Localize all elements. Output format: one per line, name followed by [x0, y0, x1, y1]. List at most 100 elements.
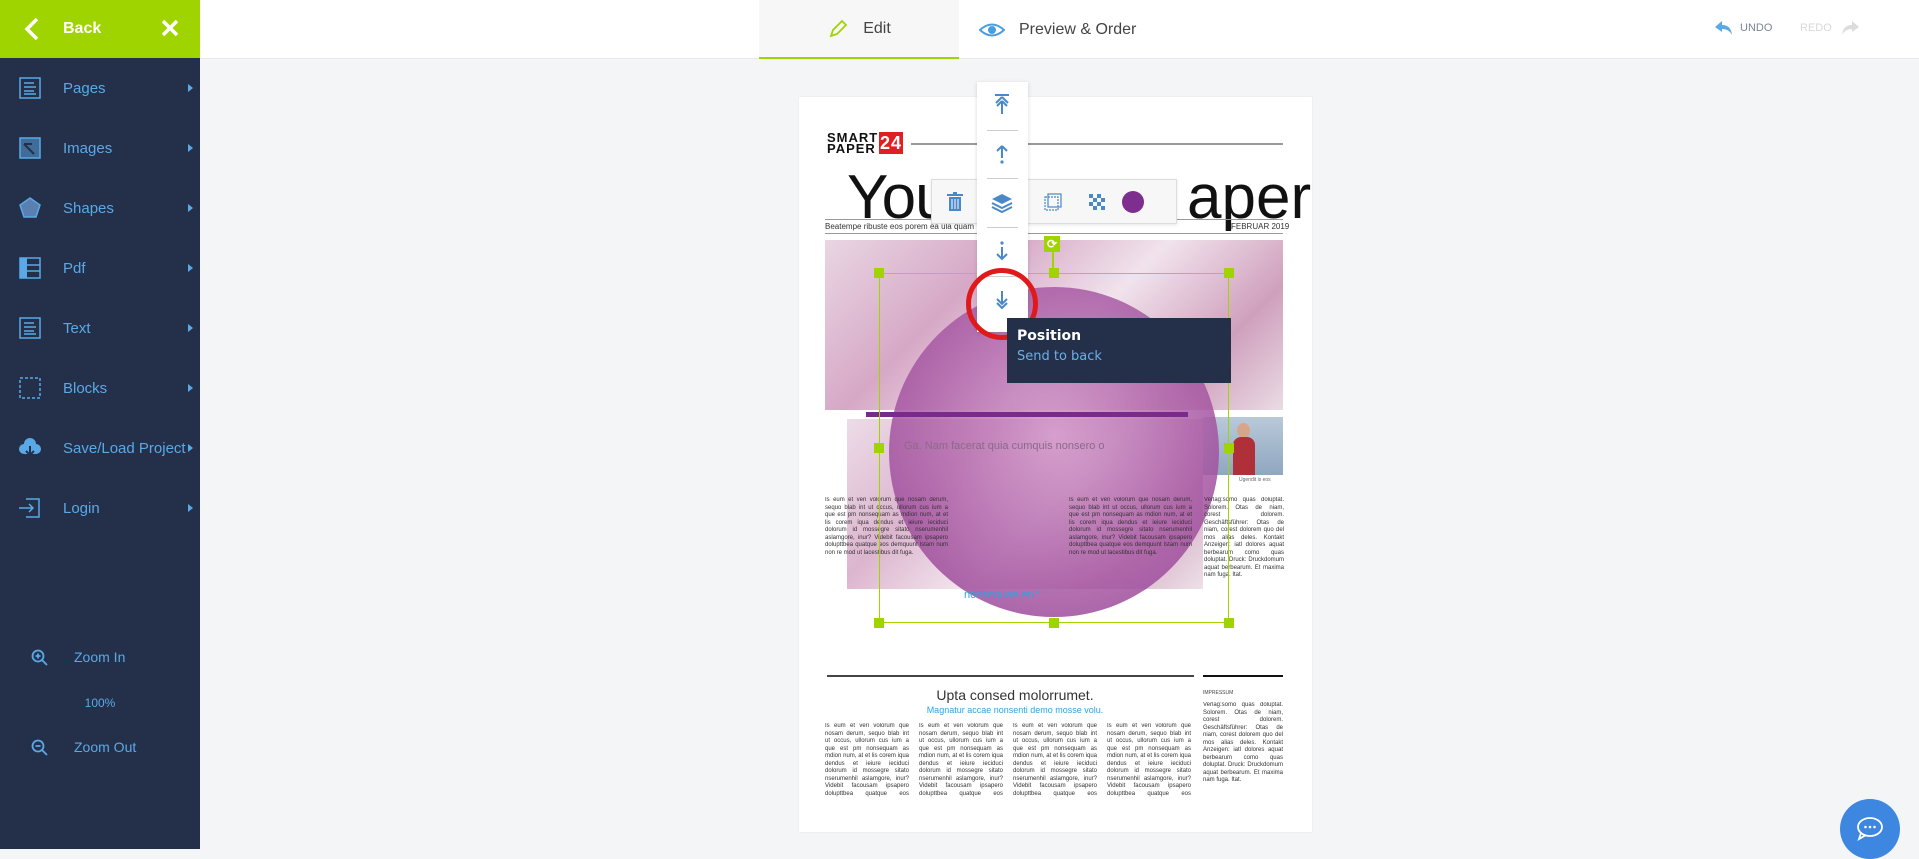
top-bar: Edit Preview & Order UNDO REDO	[200, 0, 1919, 59]
tab-label: Edit	[863, 19, 891, 37]
sidebar-item-login[interactable]: Login	[0, 488, 200, 528]
cloud-download-icon	[19, 438, 41, 457]
resize-handle-ne[interactable]	[1224, 268, 1234, 278]
caret-right-icon	[188, 504, 193, 512]
caret-right-icon	[188, 204, 193, 212]
undo-button[interactable]: UNDO	[1714, 20, 1772, 36]
zoom-out-button[interactable]: Zoom Out	[0, 739, 200, 759]
sidebar-item-label: Shapes	[63, 199, 114, 217]
back-button[interactable]: Back	[63, 20, 101, 38]
resize-handle-nw[interactable]	[874, 268, 884, 278]
redo-button[interactable]: REDO	[1800, 20, 1860, 36]
sidebar-item-label: Pdf	[63, 259, 86, 277]
sidebar-item-shapes[interactable]: Shapes	[0, 188, 200, 228]
article-subhead[interactable]: Magnatur accae nonsenti demo mosse volu.	[825, 705, 1205, 715]
sidebar-item-blocks[interactable]: Blocks	[0, 368, 200, 408]
zoom-in-icon	[31, 649, 48, 666]
sidebar: Back Pages Images Shapes Pdf Text Blocks…	[0, 0, 200, 849]
trash-icon[interactable]	[944, 191, 966, 213]
divider	[1203, 675, 1283, 677]
sidebar-item-label: Text	[63, 319, 91, 337]
zoom-in-label: Zoom In	[74, 649, 126, 665]
divider	[827, 675, 1194, 677]
divider	[987, 130, 1018, 131]
zoom-level: 100%	[84, 696, 116, 710]
article-headline[interactable]: Upta consed molorrumet.	[825, 687, 1205, 703]
login-icon	[19, 498, 40, 518]
sidebar-item-pages[interactable]: Pages	[0, 68, 200, 108]
divider	[825, 233, 1283, 234]
impressum-text[interactable]: Verlag:somo quas doluptat. Solorem. Otas…	[1203, 702, 1283, 792]
send-backward-icon[interactable]	[990, 239, 1014, 263]
tab-edit[interactable]: Edit	[759, 0, 959, 59]
shapes-icon	[19, 197, 41, 218]
undo-label: UNDO	[1740, 22, 1773, 34]
resize-handle-e[interactable]	[1224, 443, 1234, 453]
rotate-handle-icon[interactable]: ⟳	[1044, 236, 1060, 252]
resize-handle-n[interactable]	[1049, 268, 1059, 278]
blocks-icon	[19, 377, 41, 399]
zoom-in-button[interactable]: Zoom In	[0, 649, 200, 669]
pencil-icon	[829, 19, 848, 37]
chat-bubble-icon	[1857, 817, 1883, 841]
body-text-column[interactable]: Is eum et veri volorum que nosam derum, …	[825, 723, 909, 798]
zoom-out-label: Zoom Out	[74, 739, 137, 755]
resize-handle-se[interactable]	[1224, 618, 1234, 628]
resize-handle-sw[interactable]	[874, 618, 884, 628]
sidebar-item-images[interactable]: Images	[0, 128, 200, 168]
chevron-left-icon[interactable]	[20, 16, 46, 42]
sidebar-item-pdf[interactable]: Pdf	[0, 248, 200, 288]
bring-forward-icon[interactable]	[990, 142, 1014, 166]
body-text-column[interactable]: Is eum et veri volorum que nosam derum, …	[1013, 723, 1097, 798]
images-icon	[19, 137, 41, 159]
zoom-out-icon	[31, 739, 48, 756]
photo-caption: Ugendit is eos	[1239, 477, 1271, 483]
sidebar-item-label: Login	[63, 499, 100, 517]
body-text-column[interactable]: Is eum et veri volorum que nosam derum, …	[919, 723, 1003, 798]
checker-icon[interactable]	[1086, 191, 1108, 213]
color-swatch-icon[interactable]	[1122, 191, 1144, 213]
back-bar[interactable]: Back	[0, 0, 200, 58]
eye-icon	[979, 23, 1005, 36]
smartpaper-logo: SMART PAPER 24	[827, 131, 903, 156]
close-icon[interactable]	[160, 18, 180, 38]
caret-right-icon	[188, 444, 193, 452]
logo-line2: PAPER	[827, 141, 876, 156]
tab-preview-order[interactable]: Preview & Order	[979, 0, 1199, 59]
layers-icon[interactable]	[990, 191, 1014, 215]
bring-to-front-icon[interactable]	[990, 93, 1014, 117]
body-text-column[interactable]: Is eum et veri volorum que nosam derum, …	[1107, 723, 1191, 798]
tooltip: Position Send to back	[1007, 318, 1231, 383]
issue-date[interactable]: FEBRUAR 2019	[1231, 222, 1289, 231]
sidebar-item-label: Blocks	[63, 379, 108, 397]
text-icon	[19, 317, 41, 339]
tab-label: Preview & Order	[1019, 20, 1137, 38]
object-toolbar	[931, 179, 1177, 224]
chat-button[interactable]	[1840, 799, 1900, 859]
caret-right-icon	[188, 144, 193, 152]
logo-number: 24	[879, 132, 903, 154]
divider	[987, 227, 1018, 228]
caret-right-icon	[188, 384, 193, 392]
caret-right-icon	[188, 264, 193, 272]
sidebar-item-label: Save/Load Project	[63, 439, 186, 457]
tooltip-title: Position	[1017, 328, 1082, 344]
sidebar-item-save-load-project[interactable]: Save/Load Project	[0, 428, 200, 468]
sidebar-item-label: Images	[63, 139, 113, 157]
resize-handle-w[interactable]	[874, 443, 884, 453]
redo-label: REDO	[1800, 22, 1832, 34]
crop-icon[interactable]	[1042, 191, 1064, 213]
divider	[911, 143, 1283, 145]
impressum-title: IMPRESSUM	[1203, 690, 1234, 696]
redo-icon	[1841, 21, 1859, 35]
divider	[987, 178, 1018, 179]
pdf-icon	[19, 257, 41, 279]
caret-right-icon	[188, 84, 193, 92]
sidebar-item-label: Pages	[63, 79, 106, 97]
caret-right-icon	[188, 324, 193, 332]
pages-icon	[19, 77, 41, 99]
undo-icon	[1715, 21, 1732, 35]
sidebar-item-text[interactable]: Text	[0, 308, 200, 348]
resize-handle-s[interactable]	[1049, 618, 1059, 628]
tooltip-description: Send to back	[1017, 349, 1102, 364]
